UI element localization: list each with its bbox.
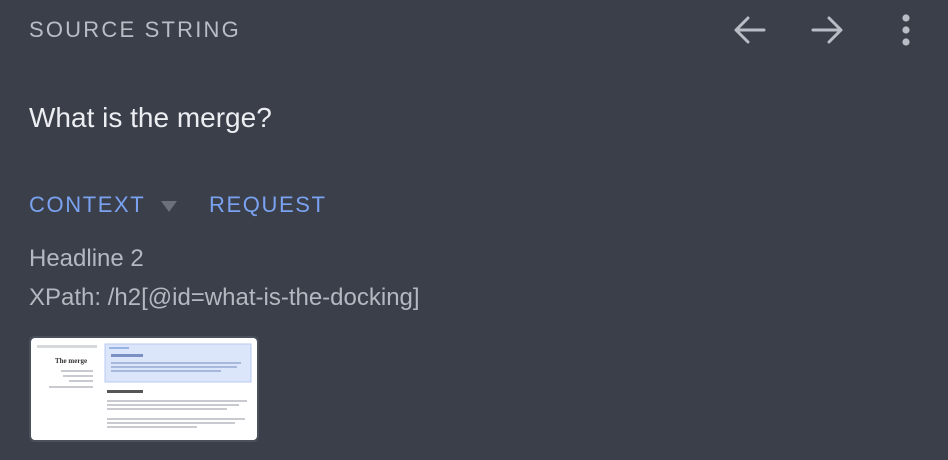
- source-string-text: What is the merge?: [29, 102, 272, 133]
- xpath-label: XPath: /h2[@id=what-is-the-docking]: [29, 284, 420, 311]
- more-options-button[interactable]: [884, 8, 928, 52]
- header-bar: SOURCE STRING: [0, 0, 948, 62]
- context-dropdown-button[interactable]: [159, 198, 179, 214]
- section-title: SOURCE STRING: [29, 17, 241, 42]
- arrow-right-icon: [811, 16, 843, 44]
- page-preview-image: The merge: [35, 342, 253, 436]
- next-string-button[interactable]: [805, 8, 849, 52]
- tab-context[interactable]: CONTEXT: [29, 192, 145, 218]
- arrow-left-icon: [734, 16, 766, 44]
- more-vertical-icon: [902, 14, 910, 46]
- element-type-label: Headline 2: [29, 245, 144, 272]
- preview-page-title: The merge: [55, 357, 87, 365]
- previous-string-button[interactable]: [728, 8, 772, 52]
- context-screenshot-thumbnail[interactable]: The merge: [29, 336, 259, 442]
- tab-request[interactable]: REQUEST: [209, 192, 327, 218]
- caret-down-icon: [161, 201, 177, 212]
- screenshot-preview: The merge: [35, 342, 253, 436]
